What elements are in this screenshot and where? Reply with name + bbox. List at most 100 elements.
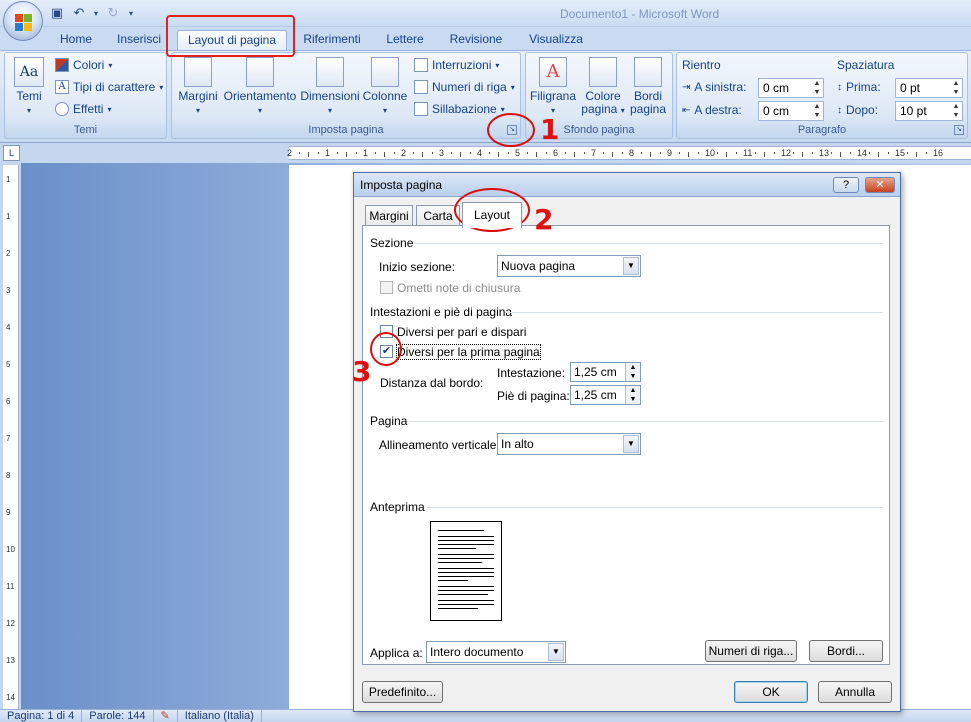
status-pagina[interactable]: Pagina: 1 di 4 xyxy=(0,710,83,722)
tab-margini[interactable]: Margini xyxy=(365,205,413,227)
ruler-number: 9 xyxy=(667,148,673,158)
dialog-launcher-icon[interactable]: ↘ xyxy=(954,125,964,135)
ruler-tick xyxy=(802,152,803,157)
space-before-icon: ↕ xyxy=(837,81,842,93)
hyphenation-icon xyxy=(414,102,428,116)
colonne-button[interactable]: Colonne ▾ xyxy=(361,57,409,117)
tab-riferimenti[interactable]: Riferimenti xyxy=(296,30,368,50)
rientro-destra-input[interactable]: 0 cm ▲ ▼ xyxy=(758,101,824,121)
spinner-arrows-icon[interactable]: ▲ ▼ xyxy=(811,79,823,97)
proofing-icon[interactable]: ✎ xyxy=(154,710,178,722)
dropdown-arrow-icon[interactable]: ▼ xyxy=(623,435,639,453)
customize-qat-icon[interactable]: ▾ xyxy=(126,4,136,22)
orientation-icon xyxy=(246,57,274,87)
tab-lettere[interactable]: Lettere xyxy=(380,30,430,50)
bordi-label: Bordi xyxy=(633,89,662,103)
ruler-tick xyxy=(602,152,604,154)
undo-icon[interactable]: ↶ xyxy=(70,4,88,22)
ruler-tick xyxy=(830,152,832,154)
dropdown-arrow-icon[interactable]: ▼ xyxy=(548,643,564,661)
group-imposta-pagina: Margini ▾ Orientamento ▾ Dimensioni ▾ Colon… xyxy=(171,52,521,139)
status-lingua[interactable]: Italiano (Italia) xyxy=(178,710,262,722)
preview-line xyxy=(438,594,488,595)
applica-a-select[interactable]: Intero documento ▼ xyxy=(426,641,566,663)
spinner-arrows-icon[interactable]: ▲ ▼ xyxy=(811,102,823,120)
columns-icon xyxy=(371,57,399,87)
colori-label: Colori xyxy=(73,58,105,72)
ruler-number: 9 xyxy=(6,508,11,517)
orientamento-button[interactable]: Orientamento ▾ xyxy=(222,57,298,117)
chevron-down-icon: ▾ xyxy=(510,82,515,92)
dimensioni-button[interactable]: Dimensioni ▾ xyxy=(300,57,360,117)
vertical-ruler[interactable]: 1 1 2 3 4 5 6 7 8 9 10 11 12 13 14 xyxy=(3,165,19,709)
redo-icon[interactable]: ↻ xyxy=(104,4,122,22)
tab-layout[interactable]: Layout xyxy=(462,202,522,228)
colori-button[interactable]: Colori ▾ xyxy=(55,58,112,72)
office-button[interactable] xyxy=(3,1,43,41)
tab-home[interactable]: Home xyxy=(52,30,100,50)
close-button[interactable]: ✕ xyxy=(865,177,895,193)
predefinito-button[interactable]: Predefinito... xyxy=(362,681,443,703)
dropdown-arrow-icon[interactable]: ▼ xyxy=(623,257,639,275)
spinner-arrows-icon[interactable]: ▲ ▼ xyxy=(950,102,962,120)
dimensioni-label: Dimensioni xyxy=(300,89,360,103)
ok-button[interactable]: OK xyxy=(734,681,808,703)
tab-inserisci[interactable]: Inserisci xyxy=(110,30,168,50)
numeri-di-riga-dialog-button[interactable]: Numeri di riga... xyxy=(705,640,797,662)
rientro-sinistra-input[interactable]: 0 cm ▲ ▼ xyxy=(758,78,824,98)
inizio-sezione-value: Nuova pagina xyxy=(501,259,576,273)
temi-button[interactable]: Aa Temi ▾ xyxy=(9,57,49,117)
horizontal-ruler[interactable]: 2 1 1 2 3 4 5 6 7 8 9 10 11 12 13 14 15 16 xyxy=(287,146,971,160)
rientro-destra-row: ⇤ A destra: xyxy=(682,103,742,117)
undo-dropdown-icon[interactable]: ▾ xyxy=(92,4,100,22)
sillabazione-button[interactable]: Sillabazione ▾ xyxy=(414,102,505,116)
sillabazione-label: Sillabazione xyxy=(432,102,497,116)
effetti-button[interactable]: Effetti ▾ xyxy=(55,102,111,116)
allineamento-verticale-label: Allineamento verticale: xyxy=(379,438,500,452)
section-sezione: Sezione xyxy=(370,236,414,250)
spaziatura-dopo-input[interactable]: 10 pt ▲ ▼ xyxy=(895,101,963,121)
inizio-sezione-select[interactable]: Nuova pagina ▼ xyxy=(497,255,641,277)
rientro-sinistra-row: ⇥ A sinistra: xyxy=(682,80,746,94)
prima-label: Prima: xyxy=(846,80,881,94)
status-parole[interactable]: Parole: 144 xyxy=(82,710,154,722)
tab-visualizza[interactable]: Visualizza xyxy=(522,30,590,50)
rientro-destra-value: 0 cm xyxy=(763,104,790,118)
allineamento-verticale-select[interactable]: In alto ▼ xyxy=(497,433,641,455)
page-borders-icon xyxy=(634,57,662,87)
bordi-dialog-button[interactable]: Bordi... xyxy=(809,640,883,662)
ruler-number: 2 xyxy=(401,148,407,158)
annulla-button[interactable]: Annulla xyxy=(818,681,892,703)
preview-line xyxy=(438,562,482,563)
filigrana-button[interactable]: A Filigrana ▾ xyxy=(528,57,578,117)
ruler-tick xyxy=(735,152,737,154)
help-button[interactable]: ? xyxy=(833,177,859,193)
intestazione-spinner[interactable]: 1,25 cm ▲ ▼ xyxy=(570,362,641,382)
bordi-pagina-label: pagina xyxy=(629,102,667,116)
ruler-number: 14 xyxy=(6,693,15,702)
ruler-tick xyxy=(336,152,338,154)
spinner-arrows-icon[interactable]: ▲ ▼ xyxy=(625,386,640,404)
ruler-number: 4 xyxy=(477,148,483,158)
save-icon[interactable]: ▣ xyxy=(48,4,66,22)
tab-selector-icon[interactable]: L xyxy=(3,145,20,161)
pie-di-pagina-spinner[interactable]: 1,25 cm ▲ ▼ xyxy=(570,385,641,405)
chevron-down-icon: ▾ xyxy=(107,104,112,114)
tipi-carattere-button[interactable]: A Tipi di carattere ▾ xyxy=(55,80,163,94)
spinner-arrows-icon[interactable]: ▲ ▼ xyxy=(625,363,640,381)
margini-button[interactable]: Margini ▾ xyxy=(176,57,220,117)
ruler-number: 5 xyxy=(6,360,11,369)
bordi-pagina-button[interactable]: Bordi pagina xyxy=(626,57,670,116)
section-anteprima: Anteprima xyxy=(370,500,425,514)
interruzioni-button[interactable]: Interruzioni ▾ xyxy=(414,58,499,72)
tab-revisione[interactable]: Revisione xyxy=(443,30,509,50)
ruler-number: 3 xyxy=(6,286,11,295)
ometti-note-checkbox[interactable] xyxy=(380,281,393,294)
numeri-di-riga-button[interactable]: Numeri di riga ▾ xyxy=(414,80,515,94)
spaziatura-prima-input[interactable]: 0 pt ▲ ▼ xyxy=(895,78,963,98)
spinner-arrows-icon[interactable]: ▲ ▼ xyxy=(950,79,962,97)
colore-pagina-button[interactable]: Colore pagina ▾ xyxy=(580,57,626,117)
ruler-tick xyxy=(640,152,642,154)
preview-line xyxy=(438,576,494,577)
preview-line xyxy=(438,580,468,581)
